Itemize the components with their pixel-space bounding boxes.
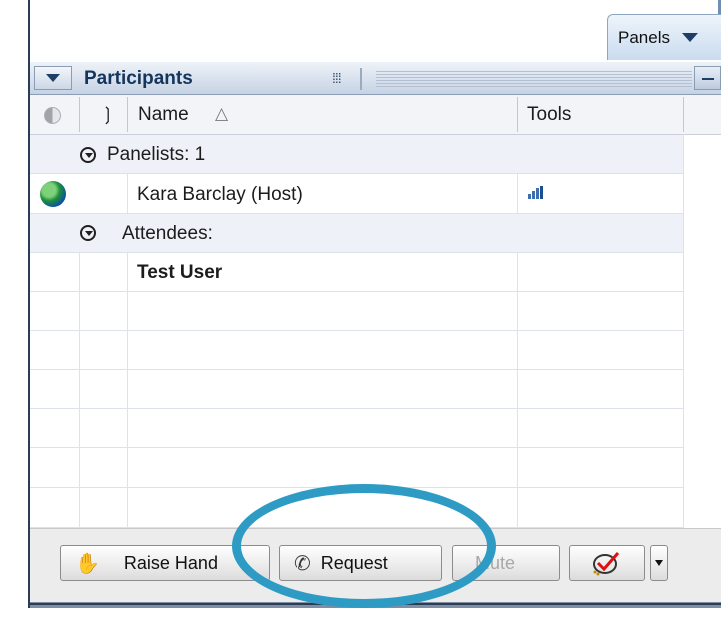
chevron-down-icon (681, 33, 698, 42)
collapse-panel-button[interactable] (34, 66, 72, 90)
globe-icon (40, 181, 66, 207)
status-column-icon[interactable] (44, 107, 61, 124)
phone-column-icon[interactable]: ❳ (100, 104, 115, 125)
empty-row (30, 292, 683, 331)
participant-name: Kara Barclay (Host) (137, 184, 303, 205)
empty-row (30, 331, 683, 370)
header-divider (360, 68, 362, 90)
collapse-group-icon[interactable] (80, 225, 96, 241)
column-divider (127, 97, 128, 132)
group-label: Panelists: 1 (107, 144, 206, 165)
participant-name: Test User (137, 262, 223, 283)
column-divider (517, 97, 518, 132)
raise-hand-label: Raise Hand (123, 552, 218, 573)
checkmark-icon (593, 552, 620, 576)
participant-row[interactable] (30, 253, 683, 292)
column-divider (79, 97, 80, 132)
chevron-down-icon (655, 560, 663, 566)
empty-row (30, 370, 683, 409)
sort-ascending-icon: △ (215, 104, 229, 123)
empty-row (30, 409, 683, 448)
grip-icon[interactable]: ⁞⁞⁞ (332, 70, 342, 86)
panels-label: Panels (618, 27, 670, 47)
panel-title: Participants (84, 68, 193, 89)
feedback-button[interactable] (569, 545, 645, 581)
grid-line (683, 134, 684, 528)
annotation-circle (232, 484, 496, 608)
group-label: Attendees: (122, 223, 213, 244)
participant-row[interactable] (30, 174, 683, 214)
column-header-row (30, 95, 721, 135)
triangle-down-icon (46, 74, 60, 82)
empty-row (30, 448, 683, 488)
tools-column-header[interactable]: Tools (527, 104, 571, 126)
header-drag-handle[interactable] (376, 71, 692, 89)
column-divider (683, 97, 684, 132)
minimize-panel-button[interactable] (694, 66, 721, 90)
collapse-group-icon[interactable] (80, 147, 96, 163)
signal-strength-icon (528, 186, 544, 199)
panels-dropdown-button[interactable]: Panels (607, 14, 721, 60)
name-column-header[interactable]: Name (138, 104, 189, 126)
feedback-menu-button[interactable] (650, 545, 668, 581)
hand-icon: ✋ (75, 552, 100, 575)
